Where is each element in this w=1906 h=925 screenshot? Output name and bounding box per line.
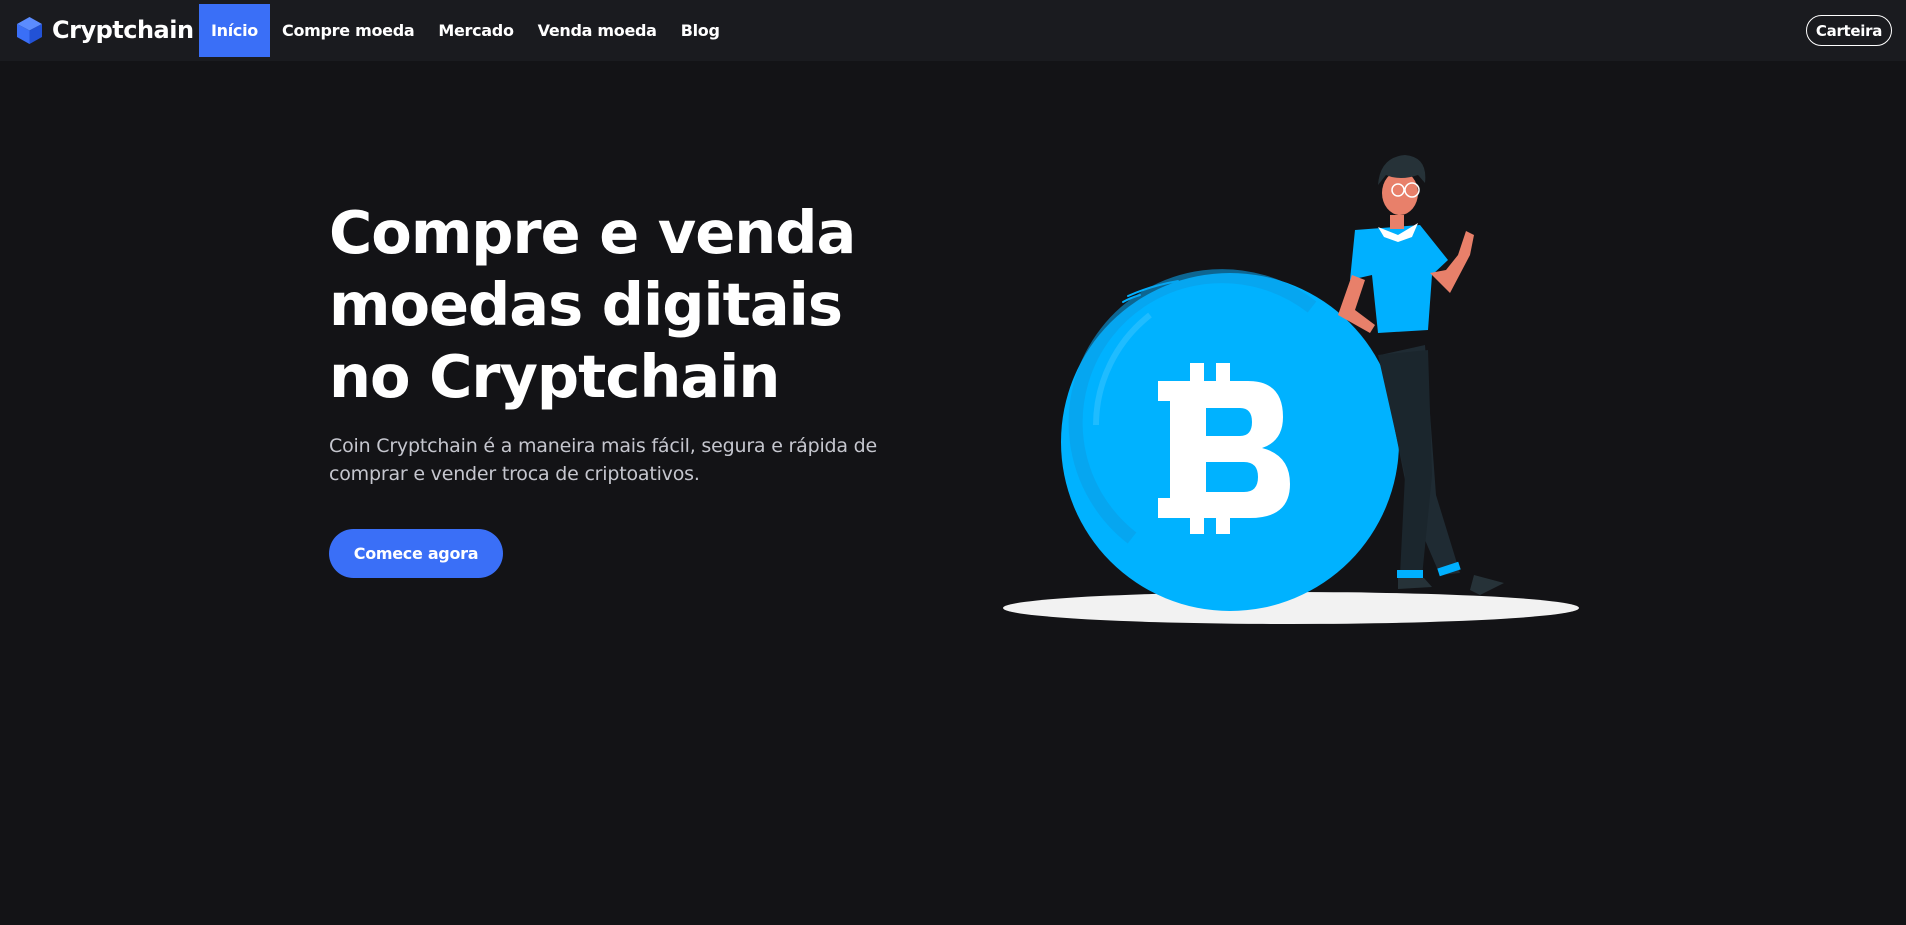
nav-item-compre-moeda[interactable]: Compre moeda: [270, 4, 426, 57]
cube-icon: [17, 16, 42, 44]
top-navbar: Cryptchain Início Compre moeda Mercado V…: [0, 0, 1906, 61]
hero-subtitle-line: Coin Cryptchain é a maneira mais fácil, …: [329, 435, 878, 457]
hero-title-line: moedas digitais: [329, 270, 843, 339]
brand-logo-link[interactable]: Cryptchain: [17, 13, 194, 47]
hero-title: Compre e venda moedas digitais no Cryptcha…: [329, 197, 889, 413]
main-nav: Início Compre moeda Mercado Venda moeda …: [199, 4, 732, 57]
hero-title-line: no Cryptchain: [329, 342, 780, 411]
get-started-button[interactable]: Comece agora: [329, 529, 503, 578]
hero-subtitle-line: comprar e vender troca de criptoativos.: [329, 463, 700, 485]
hero-subtitle: Coin Cryptchain é a maneira mais fácil, …: [329, 432, 889, 488]
nav-item-venda-moeda[interactable]: Venda moeda: [526, 4, 669, 57]
brand-name: Cryptchain: [52, 16, 194, 44]
nav-item-mercado[interactable]: Mercado: [426, 4, 525, 57]
bitcoin-illustration: [1000, 145, 1590, 635]
hero-title-line: Compre e venda: [329, 198, 856, 267]
nav-item-blog[interactable]: Blog: [669, 4, 732, 57]
nav-item-inicio[interactable]: Início: [199, 4, 270, 57]
wallet-button[interactable]: Carteira: [1806, 15, 1892, 46]
